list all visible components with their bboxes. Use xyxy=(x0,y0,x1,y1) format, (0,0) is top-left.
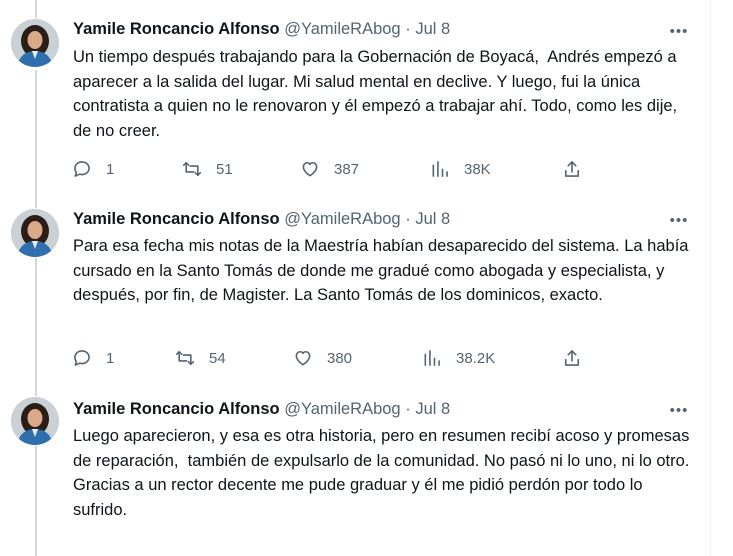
separator: · xyxy=(405,20,411,38)
like-icon xyxy=(295,350,311,366)
retweet-count: 54 xyxy=(209,349,226,367)
avatar[interactable] xyxy=(11,209,59,257)
tweet-date[interactable]: Jul 8 xyxy=(415,210,450,228)
thread-line-2a xyxy=(35,206,37,208)
tweet-2[interactable]: Yamile Roncancio Alfonso @YamileRAbog · … xyxy=(0,206,710,394)
thread-line-2b xyxy=(35,258,37,394)
avatar[interactable] xyxy=(11,397,59,445)
thread-line-1b xyxy=(35,70,37,206)
separator: · xyxy=(405,210,411,228)
retweet-icon xyxy=(175,350,195,366)
tweet-text: Un tiempo después trabajando para la Gob… xyxy=(73,48,682,140)
tweet-3[interactable]: Yamile Roncancio Alfonso @YamileRAbog · … xyxy=(0,394,710,556)
reply-count: 1 xyxy=(106,160,115,178)
avatar-photo xyxy=(11,209,59,257)
share-icon xyxy=(564,161,580,177)
views-count: 38.2K xyxy=(456,349,496,367)
tweet-header: Yamile Roncancio Alfonso @YamileRAbog · … xyxy=(73,20,450,42)
tweet-1[interactable]: Yamile Roncancio Alfonso @YamileRAbog · … xyxy=(0,0,710,206)
author-handle[interactable]: @YamileRAbog xyxy=(284,20,400,38)
like-button[interactable]: 387 xyxy=(300,157,359,181)
retweet-icon xyxy=(182,161,202,177)
avatar[interactable] xyxy=(11,19,59,67)
reply-count: 1 xyxy=(106,349,115,367)
timeline-border xyxy=(710,0,711,556)
tweet-date[interactable]: Jul 8 xyxy=(415,400,450,418)
views-count: 38K xyxy=(464,160,491,178)
retweet-count: 51 xyxy=(216,160,233,178)
avatar-photo xyxy=(11,397,59,445)
tweet-text: Para esa fecha mis notas de la Maestría … xyxy=(73,237,694,304)
retweet-button[interactable]: 54 xyxy=(175,346,226,370)
share-button[interactable] xyxy=(562,346,582,370)
views-icon xyxy=(424,350,440,366)
reply-button[interactable]: 1 xyxy=(72,346,114,370)
like-icon xyxy=(302,161,318,177)
like-count: 380 xyxy=(327,349,353,367)
views-button[interactable]: 38K xyxy=(430,157,491,181)
more-icon[interactable]: ••• xyxy=(669,403,689,418)
author-name[interactable]: Yamile Roncancio Alfonso xyxy=(73,210,280,228)
thread-line-3b xyxy=(35,446,37,556)
tweet-text: Luego aparecieron, y esa es otra histori… xyxy=(73,427,690,519)
like-button[interactable]: 380 xyxy=(293,346,352,370)
avatar-photo xyxy=(11,19,59,67)
views-icon xyxy=(432,161,448,177)
tweet-actions: 1 51 387 38K xyxy=(72,157,592,181)
more-icon[interactable]: ••• xyxy=(669,213,689,228)
share-icon xyxy=(564,350,580,366)
like-count: 387 xyxy=(334,160,360,178)
thread-line-1 xyxy=(35,0,37,18)
separator: · xyxy=(405,400,411,418)
more-icon[interactable]: ••• xyxy=(669,24,689,39)
thread-line-3a xyxy=(35,394,37,396)
author-handle[interactable]: @YamileRAbog xyxy=(284,400,400,418)
reply-icon xyxy=(74,161,90,177)
share-button[interactable] xyxy=(562,157,582,181)
tweet-header: Yamile Roncancio Alfonso @YamileRAbog · … xyxy=(73,210,450,232)
retweet-button[interactable]: 51 xyxy=(182,157,233,181)
reply-button[interactable]: 1 xyxy=(72,157,114,181)
author-handle[interactable]: @YamileRAbog xyxy=(284,210,400,228)
reply-icon xyxy=(74,350,90,366)
views-button[interactable]: 38.2K xyxy=(422,346,495,370)
tweet-actions: 1 54 380 38.2K xyxy=(72,346,592,370)
tweet-date[interactable]: Jul 8 xyxy=(415,20,450,38)
author-name[interactable]: Yamile Roncancio Alfonso xyxy=(73,20,280,38)
author-name[interactable]: Yamile Roncancio Alfonso xyxy=(73,400,280,418)
tweet-header: Yamile Roncancio Alfonso @YamileRAbog · … xyxy=(73,400,450,422)
